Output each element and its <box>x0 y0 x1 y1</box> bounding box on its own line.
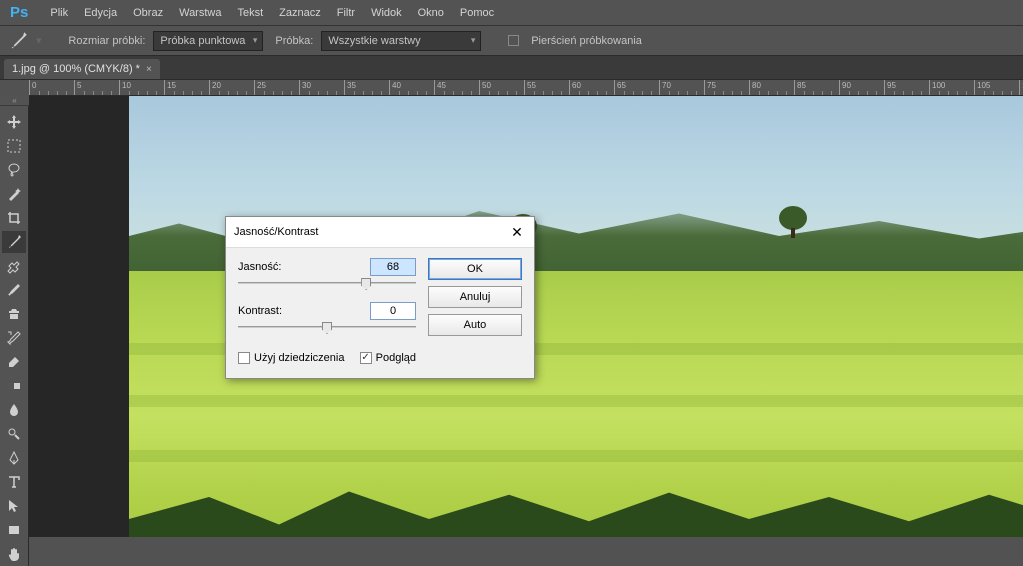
magic-wand-tool[interactable] <box>2 183 26 205</box>
options-bar: ▾ | Rozmiar próbki: Próbka punktowa Prób… <box>0 26 1023 56</box>
document-tab-bar: 1.jpg @ 100% (CMYK/8) * × <box>0 56 1023 80</box>
brush-tool[interactable] <box>2 279 26 301</box>
hand-tool[interactable] <box>2 543 26 565</box>
document-tab[interactable]: 1.jpg @ 100% (CMYK/8) * × <box>4 59 160 79</box>
app-logo: Ps <box>6 4 32 21</box>
contrast-slider[interactable] <box>238 322 416 336</box>
eyedropper-tool[interactable] <box>2 231 26 253</box>
menu-window[interactable]: Okno <box>410 3 452 23</box>
cancel-button[interactable]: Anuluj <box>428 286 522 308</box>
brightness-slider[interactable] <box>238 278 416 292</box>
use-legacy-checkbox[interactable] <box>238 352 250 364</box>
crop-tool[interactable] <box>2 207 26 229</box>
contrast-input[interactable] <box>370 302 416 320</box>
preview-label: Podgląd <box>376 352 416 364</box>
menu-filter[interactable]: Filtr <box>329 3 363 23</box>
brightness-slider-thumb[interactable] <box>361 278 371 290</box>
sample-size-label: Rozmiar próbki: <box>68 35 145 47</box>
healing-brush-tool[interactable] <box>2 255 26 277</box>
toolbar-collapse-handle[interactable]: « <box>0 96 29 106</box>
dodge-tool[interactable] <box>2 423 26 445</box>
auto-button[interactable]: Auto <box>428 314 522 336</box>
menu-edit[interactable]: Edycja <box>76 3 125 23</box>
sample-size-select[interactable]: Próbka punktowa <box>153 31 263 51</box>
gradient-tool[interactable] <box>2 375 26 397</box>
menu-file[interactable]: Plik <box>42 3 76 23</box>
close-icon[interactable]: × <box>146 64 152 75</box>
rectangle-tool[interactable] <box>2 519 26 541</box>
marquee-tool[interactable] <box>2 135 26 157</box>
document-tab-title: 1.jpg @ 100% (CMYK/8) * <box>12 63 140 75</box>
contrast-label: Kontrast: <box>238 305 282 317</box>
blur-tool[interactable] <box>2 399 26 421</box>
pen-tool[interactable] <box>2 447 26 469</box>
menu-text[interactable]: Tekst <box>229 3 271 23</box>
eraser-tool[interactable] <box>2 351 26 373</box>
eyedropper-icon <box>8 31 28 51</box>
lasso-tool[interactable] <box>2 159 26 181</box>
dialog-titlebar[interactable]: Jasność/Kontrast ✕ <box>226 217 534 248</box>
menu-layer[interactable]: Warstwa <box>171 3 229 23</box>
brightness-input[interactable] <box>370 258 416 276</box>
move-tool[interactable] <box>2 111 26 133</box>
sample-label: Próbka: <box>275 35 313 47</box>
menu-help[interactable]: Pomoc <box>452 3 502 23</box>
menu-bar: Ps Plik Edycja Obraz Warstwa Tekst Zazna… <box>0 0 1023 26</box>
brightness-contrast-dialog: Jasność/Kontrast ✕ Jasność: Kontrast: <box>225 216 535 379</box>
tools-panel <box>0 106 29 566</box>
contrast-slider-thumb[interactable] <box>322 322 332 334</box>
menu-view[interactable]: Widok <box>363 3 410 23</box>
sampling-ring-label: Pierścień próbkowania <box>531 35 642 47</box>
menu-image[interactable]: Obraz <box>125 3 171 23</box>
close-icon[interactable]: ✕ <box>508 223 526 241</box>
menu-select[interactable]: Zaznacz <box>271 3 329 23</box>
history-brush-tool[interactable] <box>2 327 26 349</box>
brightness-label: Jasność: <box>238 261 281 273</box>
sampling-ring-checkbox[interactable] <box>508 35 519 46</box>
workspace: « Jasność/Kontrast ✕ Jasność: <box>0 96 1023 537</box>
dialog-title-text: Jasność/Kontrast <box>234 226 318 238</box>
preview-checkbox[interactable] <box>360 352 372 364</box>
sample-select[interactable]: Wszystkie warstwy <box>321 31 481 51</box>
use-legacy-label: Użyj dziedziczenia <box>254 352 344 364</box>
ok-button[interactable]: OK <box>428 258 522 280</box>
toolbar-wrapper: « <box>0 96 29 537</box>
path-selection-tool[interactable] <box>2 495 26 517</box>
ruler-horizontal: 0510152025303540455055606570758085909510… <box>29 80 1023 96</box>
type-tool[interactable] <box>2 471 26 493</box>
clone-stamp-tool[interactable] <box>2 303 26 325</box>
